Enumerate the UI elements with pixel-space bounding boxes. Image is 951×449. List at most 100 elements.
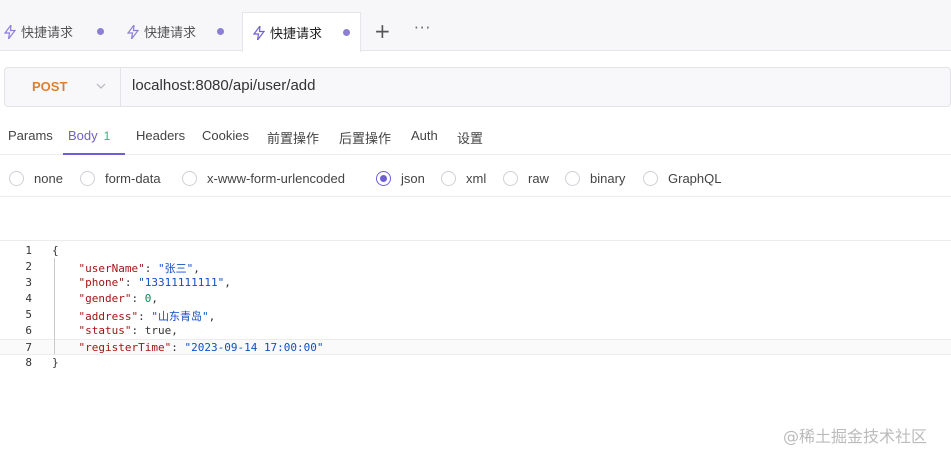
json-punct: , [224,276,231,289]
code-line[interactable]: 8} [0,355,951,371]
json-punct [52,292,79,305]
radio-circle [643,171,658,186]
code-line[interactable]: 3 "phone": "13311111111", [0,275,951,291]
lightning-icon [253,25,265,40]
json-string: "2023-09-14 17:00:00" [184,341,324,354]
json-key: "status" [78,324,132,337]
radio-label: form-data [105,171,161,186]
json-body-editor[interactable]: 1{2 "userName": "张三", 3 "phone": "1331111… [0,241,951,449]
json-string: "13311111111" [138,276,225,289]
radio-label: binary [590,171,626,186]
json-punct: { [52,244,59,257]
radio-label: json [401,171,425,186]
code-line[interactable]: 5 "address": "山东青岛", [0,307,951,323]
method-select[interactable]: POST [5,68,121,106]
json-punct [52,341,79,354]
code-line[interactable]: 4 "gender": 0, [0,291,951,307]
request-tab-label: 快捷请求 [270,27,323,42]
tab-headers[interactable]: Headers [136,128,185,143]
json-key: "phone" [78,276,125,289]
radio-circle [441,171,456,186]
json-punct: : [171,341,185,354]
line-number: 1 [25,244,32,257]
tab-pre-operations[interactable]: 前置操作 [267,128,319,147]
radio-form-data[interactable]: form-data [80,171,161,186]
json-key: "userName" [78,262,145,275]
add-tab-button[interactable]: + [374,21,391,41]
json-key: "gender" [78,292,132,305]
radio-graphql[interactable]: GraphQL [643,171,721,186]
code-text: "userName": "张三", [52,260,200,276]
radio-circle [9,171,24,186]
code-line[interactable]: 7 "registerTime": "2023-09-14 17:00:00" [0,339,951,355]
tab-auth[interactable]: Auth [411,128,438,143]
json-key: "address" [78,310,139,323]
json-punct: , [171,324,178,337]
body-count-badge: 1 [103,129,111,143]
request-tab-active[interactable]: 快捷请求 [242,12,361,52]
json-punct [52,276,79,289]
code-text: "address": "山东青岛", [52,308,216,324]
radio-label: x-www-form-urlencoded [207,171,345,186]
json-string: "张三" [157,262,194,275]
url-input[interactable] [132,77,832,94]
json-punct: : [144,262,158,275]
radio-label: xml [466,171,487,186]
json-punct: : [138,310,152,323]
radio-circle [80,171,95,186]
editor-toolbar [0,201,951,241]
radio-circle [182,171,197,186]
tab-post-operations[interactable]: 后置操作 [339,128,391,147]
active-tab-indicator [63,153,125,155]
radio-xml[interactable]: xml [441,171,486,186]
line-number: 2 [25,260,32,273]
code-text: { [52,244,59,257]
request-url-bar: POST [4,67,951,107]
watermark: @稀土掘金技术社区 [783,427,928,446]
lightning-icon [4,24,16,39]
json-punct: , [208,310,216,323]
radio-raw[interactable]: raw [503,171,549,186]
json-punct: : [124,276,139,289]
json-punct [52,310,79,323]
request-tab-label: 快捷请求 [21,26,74,41]
radio-label: GraphQL [668,171,722,186]
request-tab-label: 快捷请求 [144,26,197,41]
request-section-tabs: Params Body 1 Headers Cookies 前置操作 后置操作 A… [0,117,951,155]
indent-guide [54,258,55,354]
line-number: 6 [25,324,32,337]
tab-cookies[interactable]: Cookies [202,128,249,143]
radio-circle [565,171,580,186]
radio-x-www-form-urlencoded[interactable]: x-www-form-urlencoded [182,171,345,186]
tab-settings[interactable]: 设置 [457,128,483,147]
line-number: 4 [25,292,32,305]
line-number: 5 [25,308,32,321]
tab-body-label: Body [68,128,98,143]
json-punct: , [193,262,200,275]
code-line[interactable]: 2 "userName": "张三", [0,259,951,275]
code-text: "status": true, [52,324,178,337]
radio-none[interactable]: none [9,171,63,186]
radio-circle-selected [376,171,391,186]
method-label: POST [32,79,68,94]
tab-params[interactable]: Params [8,128,53,143]
radio-label: raw [528,171,549,186]
json-punct: : [131,292,145,305]
json-key: "registerTime" [78,341,172,354]
request-tab[interactable]: 快捷请求 [4,12,122,51]
code-line[interactable]: 6 "status": true, [0,323,951,339]
radio-json[interactable]: json [376,171,425,186]
more-tabs-button[interactable]: ··· [414,19,431,37]
code-text: } [52,356,59,369]
json-punct: true [144,324,172,337]
code-text: "phone": "13311111111", [52,276,231,289]
unsaved-dot [343,29,350,36]
code-line[interactable]: 1{ [0,243,951,259]
radio-label: none [34,171,63,186]
line-number: 7 [25,341,32,354]
radio-circle [503,171,518,186]
tab-body[interactable]: Body 1 [68,128,110,143]
radio-binary[interactable]: binary [565,171,625,186]
json-string: "山东青岛" [151,310,209,323]
request-tab[interactable]: 快捷请求 [127,12,245,51]
